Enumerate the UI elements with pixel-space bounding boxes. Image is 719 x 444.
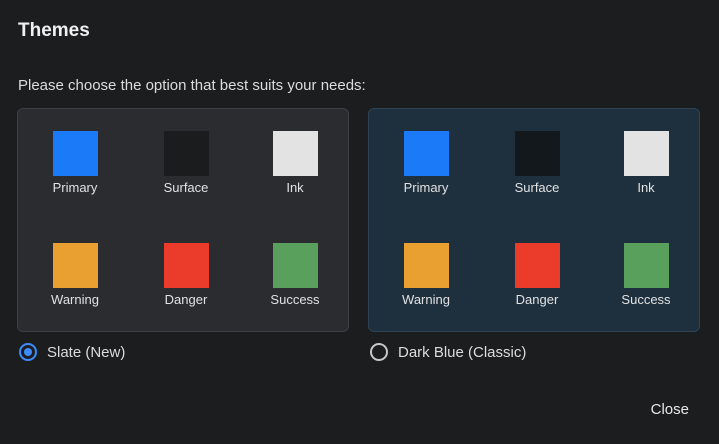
swatch-primary: Primary bbox=[30, 131, 120, 195]
swatch-label: Primary bbox=[52, 180, 98, 195]
swatch-label: Warning bbox=[402, 292, 450, 307]
swatch-label: Danger bbox=[515, 292, 559, 307]
swatch-ink: Ink bbox=[601, 131, 691, 195]
swatch-label: Danger bbox=[164, 292, 208, 307]
swatch-color bbox=[403, 243, 449, 288]
swatch-color bbox=[163, 243, 209, 288]
close-button[interactable]: Close bbox=[651, 401, 689, 418]
radio-button-slate[interactable] bbox=[19, 343, 37, 361]
swatch-label: Success bbox=[621, 292, 671, 307]
swatch-label: Surface bbox=[163, 180, 209, 195]
swatch-surface: Surface bbox=[141, 131, 231, 195]
swatch-label: Success bbox=[270, 292, 320, 307]
swatch-warning: Warning bbox=[381, 243, 471, 307]
swatch-color bbox=[403, 131, 449, 176]
swatch-color bbox=[514, 243, 560, 288]
swatch-success: Success bbox=[250, 243, 340, 307]
swatch-label: Ink bbox=[637, 180, 655, 195]
dialog-prompt: Please choose the option that best suits… bbox=[18, 77, 366, 94]
swatch-color bbox=[272, 243, 318, 288]
swatch-label: Primary bbox=[403, 180, 449, 195]
themes-dialog: Themes Please choose the option that bes… bbox=[0, 0, 719, 444]
swatch-surface: Surface bbox=[492, 131, 582, 195]
swatch-danger: Danger bbox=[492, 243, 582, 307]
swatch-label: Surface bbox=[514, 180, 560, 195]
swatch-color bbox=[52, 131, 98, 176]
radio-label-slate: Slate (New) bbox=[47, 343, 126, 361]
swatch-primary: Primary bbox=[381, 131, 471, 195]
swatch-danger: Danger bbox=[141, 243, 231, 307]
dialog-title: Themes bbox=[18, 20, 90, 41]
swatch-color bbox=[623, 243, 669, 288]
swatch-color bbox=[623, 131, 669, 176]
radio-label-dark-blue: Dark Blue (Classic) bbox=[398, 343, 527, 361]
swatch-warning: Warning bbox=[30, 243, 120, 307]
radio-option-dark-blue[interactable]: Dark Blue (Classic) bbox=[370, 343, 526, 361]
swatch-ink: Ink bbox=[250, 131, 340, 195]
radio-option-slate[interactable]: Slate (New) bbox=[19, 343, 125, 361]
swatch-color bbox=[163, 131, 209, 176]
radio-button-dark-blue[interactable] bbox=[370, 343, 388, 361]
swatch-color bbox=[514, 131, 560, 176]
swatch-label: Ink bbox=[286, 180, 304, 195]
swatch-success: Success bbox=[601, 243, 691, 307]
swatch-label: Warning bbox=[51, 292, 99, 307]
swatch-color bbox=[52, 243, 98, 288]
swatch-color bbox=[272, 131, 318, 176]
theme-card-slate[interactable]: Primary Surface Ink Warning Danger Succe… bbox=[17, 108, 349, 332]
theme-card-dark-blue[interactable]: Primary Surface Ink Warning Danger Succe… bbox=[368, 108, 700, 332]
